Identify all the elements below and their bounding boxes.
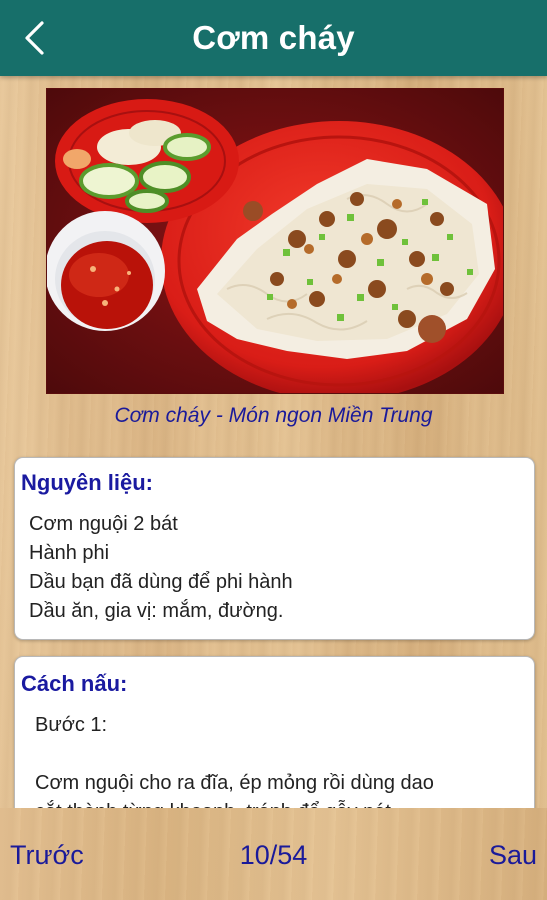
- ingredient-item: Dầu bạn đã dùng để phi hành: [29, 571, 293, 593]
- dish-photo: [46, 88, 504, 394]
- page-title: Cơm cháy: [192, 19, 355, 56]
- ingredient-item: Cơm nguội 2 bát: [29, 513, 178, 535]
- step-text-line: Cơm nguội cho ra đĩa, ép mỏng rồi dùng d…: [35, 772, 434, 794]
- next-button[interactable]: Sau: [489, 840, 537, 871]
- photo-caption: Cơm cháy - Món ngon Miền Trung: [114, 404, 433, 427]
- back-button[interactable]: [14, 16, 54, 60]
- ingredients-list: Cơm nguội 2 bát Hành phi Dầu bạn đã dùng…: [29, 510, 293, 626]
- ingredients-heading: Nguyên liệu:: [21, 470, 154, 495]
- ingredient-item: Dầu ăn, gia vị: mắm, đường.: [29, 600, 284, 622]
- ingredients-card: Nguyên liệu: Cơm nguội 2 bát Hành phi Dầ…: [14, 457, 535, 640]
- step-label: Bước 1:: [35, 714, 108, 736]
- app-header: Cơm cháy: [0, 0, 547, 76]
- chevron-left-icon: [25, 21, 44, 55]
- previous-button[interactable]: Trước: [10, 840, 84, 871]
- ingredient-item: Hành phi: [29, 542, 110, 564]
- method-heading: Cách nấu:: [21, 671, 128, 696]
